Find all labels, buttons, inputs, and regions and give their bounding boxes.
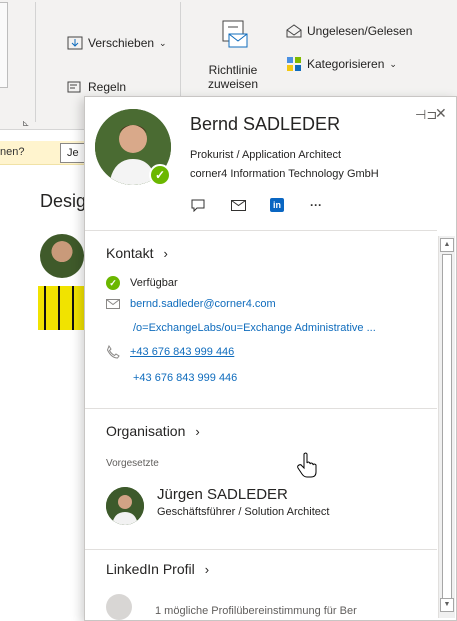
- manager-label: Vorgesetzte: [106, 458, 159, 469]
- move-icon: [67, 36, 83, 50]
- more-options-icon[interactable]: ···: [308, 198, 324, 212]
- hand-cursor-icon: [297, 452, 317, 478]
- organisation-section-title: Organisation: [106, 423, 186, 439]
- chat-icon[interactable]: [190, 198, 206, 212]
- pin-icon[interactable]: ⊣⊐: [415, 107, 437, 123]
- sender-avatar[interactable]: [40, 234, 84, 278]
- manager-avatar[interactable]: [106, 487, 144, 525]
- manager-name[interactable]: Jürgen SADLEDER: [157, 486, 288, 503]
- chevron-down-icon: ⌄: [389, 58, 397, 69]
- presence-available-icon: ✓: [149, 164, 171, 186]
- email-row: bernd.sadleder@corner4.com: [106, 298, 276, 310]
- move-label: Verschieben: [88, 36, 155, 50]
- unread-label: Ungelesen/Gelesen: [307, 24, 413, 38]
- contact-actions: in ···: [190, 198, 324, 212]
- available-check-icon: ✓: [106, 276, 120, 290]
- phone-icon: [106, 345, 120, 359]
- email-link[interactable]: bernd.sadleder@corner4.com: [130, 298, 276, 310]
- mail-icon[interactable]: [230, 198, 246, 212]
- divider: [85, 549, 437, 550]
- divider: [85, 408, 437, 409]
- chevron-right-icon: ›: [163, 245, 168, 261]
- linkedin-icon[interactable]: in: [270, 198, 284, 212]
- mail-icon: [106, 299, 120, 309]
- phone-row: +43 676 843 999 446: [106, 345, 234, 359]
- contact-title: Prokurist / Application Architect: [190, 149, 342, 161]
- presence-status: Verfügbar: [130, 277, 178, 289]
- unread-read-button[interactable]: Ungelesen/Gelesen: [286, 24, 412, 38]
- chevron-right-icon: ›: [195, 423, 200, 439]
- presence-row: ✓ Verfügbar: [106, 276, 178, 290]
- message-subject: Desig: [40, 191, 87, 211]
- move-button[interactable]: Verschieben ⌄: [67, 36, 167, 50]
- exchange-address-link[interactable]: /o=ExchangeLabs/ou=Exchange Administrati…: [133, 322, 376, 334]
- scroll-down-icon[interactable]: ▼: [440, 598, 454, 612]
- scrollbar[interactable]: ▲ ▼: [438, 236, 455, 618]
- phone-2-link[interactable]: +43 676 843 999 446: [133, 372, 237, 384]
- chevron-down-icon: ⌄: [159, 37, 167, 48]
- rules-label: Regeln: [88, 80, 127, 94]
- ribbon-separator: [35, 2, 36, 122]
- scrollbar-thumb[interactable]: [442, 254, 452, 608]
- linkedin-match-text[interactable]: 1 mögliche Profilübereinstimmung für Ber: [155, 605, 357, 617]
- phone-link[interactable]: +43 676 843 999 446: [130, 346, 234, 358]
- categorize-icon: [287, 57, 301, 71]
- categorize-button[interactable]: Kategorisieren ⌄: [286, 56, 397, 72]
- categorize-label: Kategorisieren: [307, 57, 385, 71]
- contact-section-header[interactable]: Kontakt ›: [106, 245, 168, 261]
- attachment-thumbnail[interactable]: [38, 286, 88, 330]
- contact-card: ⊣⊐ ✕ ✓ Bernd SADLEDER Prokurist / Applic…: [84, 96, 457, 621]
- scroll-up-icon[interactable]: ▲: [440, 238, 454, 252]
- rules-icon: [67, 81, 81, 93]
- policy-label-line2: zuweisen: [207, 77, 259, 91]
- linkedin-section-title: LinkedIn Profil: [106, 561, 195, 577]
- manager-title: Geschäftsführer / Solution Architect: [157, 506, 330, 518]
- linkedin-placeholder-avatar: [106, 594, 132, 620]
- contact-section-title: Kontakt: [106, 245, 154, 261]
- organisation-section-header[interactable]: Organisation ›: [106, 423, 200, 439]
- info-bar-text: nen?: [0, 146, 25, 158]
- envelope-open-icon: [286, 24, 302, 38]
- assign-policy-button[interactable]: Richtlinie zuweisen: [198, 18, 268, 91]
- contact-company: corner4 Information Technology GmbH: [190, 168, 379, 180]
- chevron-right-icon: ›: [204, 561, 210, 577]
- policy-icon: [222, 20, 248, 48]
- contact-name: Bernd SADLEDER: [190, 114, 341, 134]
- dialog-launcher-icon[interactable]: ⊾: [22, 118, 30, 129]
- divider: [85, 230, 437, 231]
- close-icon[interactable]: ✕: [435, 105, 447, 122]
- policy-label: Richtlinie: [208, 63, 258, 77]
- ribbon-partial-button[interactable]: [0, 2, 8, 88]
- linkedin-section-header[interactable]: LinkedIn Profil ›: [106, 561, 209, 577]
- person-photo-icon: [106, 487, 144, 525]
- rules-button[interactable]: Regeln: [67, 80, 126, 94]
